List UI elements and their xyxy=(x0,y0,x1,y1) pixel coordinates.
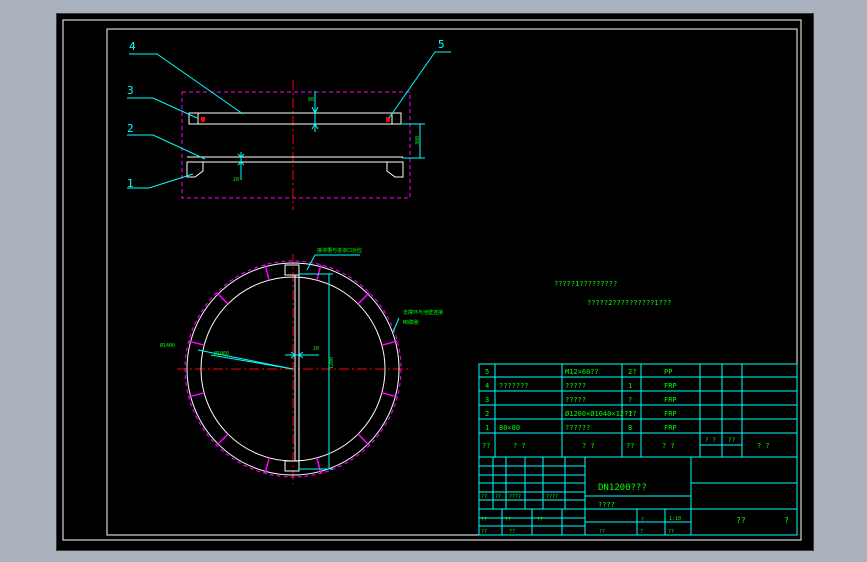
ring-tick xyxy=(216,433,229,446)
ring-tick xyxy=(357,433,370,446)
titleblock-label: ?? xyxy=(505,517,511,523)
ring-tick xyxy=(264,264,270,281)
dim-side: 300 xyxy=(415,136,421,145)
part-name: M12×60?? xyxy=(565,368,599,376)
titleblock-label: ?? xyxy=(599,529,605,535)
leader-3 xyxy=(127,97,198,119)
header-note: ? ? xyxy=(757,442,770,450)
header-mat: ? ? xyxy=(662,442,675,450)
titleblock-label: ???? xyxy=(546,494,558,500)
ring-tick xyxy=(188,340,205,346)
ring-tick xyxy=(316,264,322,281)
titleblock-label: ? xyxy=(641,517,644,523)
part-no: 4 xyxy=(485,382,489,390)
drawing-title: DN1200??? xyxy=(598,483,647,493)
tech-note-2: ?????2??????????1??? xyxy=(587,299,671,307)
label-3: 3 xyxy=(127,84,134,97)
sheet-label: ?? xyxy=(736,516,746,525)
part-qty: 2? xyxy=(628,368,636,376)
part-name: Ø1200×Ø1040×12??? xyxy=(565,410,637,418)
note-tag-2b: M8膨胀 xyxy=(403,319,419,326)
label-5: 5 xyxy=(438,38,445,51)
titleblock-label: ?? xyxy=(495,494,501,500)
part-qty: ? xyxy=(628,396,632,404)
ring-tick xyxy=(316,457,322,474)
drawing-scale: 1:10 xyxy=(669,516,681,522)
header-name: ? ? xyxy=(582,442,595,450)
part-name: ?????? xyxy=(565,424,590,432)
ring-tick xyxy=(381,392,398,398)
channel-top xyxy=(284,264,300,276)
titleblock-label: ?? xyxy=(481,529,487,535)
tech-note-1: ?????1????????? xyxy=(554,280,617,288)
channel-bottom xyxy=(284,460,300,472)
title-block xyxy=(478,456,798,536)
elevation-view: 80 300 20 4 3 2 1 5 xyxy=(127,38,451,210)
leader-2 xyxy=(127,134,206,160)
cad-drawing: 80 300 20 4 3 2 1 5 1200 20 Ø1400 Ø1060 … xyxy=(62,19,802,541)
hidden-outline xyxy=(181,91,411,199)
part-no: 5 xyxy=(485,368,489,376)
ring-tick xyxy=(188,392,205,398)
ring-tick xyxy=(381,340,398,346)
header-unit: ? ? xyxy=(705,437,716,444)
ring-tick xyxy=(216,292,229,305)
note-tag-2a: 支撑环与池壁连接 xyxy=(403,309,443,316)
leader-4 xyxy=(129,53,244,115)
dim-inner-diameter: Ø1060 xyxy=(214,350,229,357)
part-no: 2 xyxy=(485,410,489,418)
part-name: ????? xyxy=(565,396,586,404)
dim-bottom: 20 xyxy=(233,177,239,183)
part-no: 1 xyxy=(485,424,489,432)
titleblock-label: ?? xyxy=(668,529,674,535)
part-qty: 1 xyxy=(628,382,632,390)
header-code: ? ? xyxy=(513,442,526,450)
inner-frame xyxy=(106,28,798,536)
parts-list xyxy=(478,363,798,458)
leader-1 xyxy=(127,173,194,189)
ring-tick xyxy=(264,457,270,474)
dim-vertical: 1200 xyxy=(329,357,335,369)
plan-view: 1200 20 Ø1400 Ø1060 接液槽与进液口对应 支撑环与池壁连接 M… xyxy=(160,247,443,484)
dim-center: 20 xyxy=(313,346,319,352)
part-material: PP xyxy=(664,368,672,376)
part-material: FRP xyxy=(664,396,677,404)
part-material: FRP xyxy=(664,410,677,418)
page-label: ? xyxy=(784,516,789,525)
outer-frame xyxy=(62,19,802,541)
dim-top: 80 xyxy=(308,97,314,103)
part-material: FRP xyxy=(664,382,677,390)
titleblock-label: ?? xyxy=(509,529,515,535)
header-no: ?? xyxy=(482,442,490,450)
part-qty: 1 xyxy=(628,410,632,418)
cad-viewport[interactable]: 80 300 20 4 3 2 1 5 1200 20 Ø1400 Ø1060 … xyxy=(56,13,814,551)
part-no: 3 xyxy=(485,396,489,404)
bracket-right xyxy=(386,161,404,178)
dim-outer-diameter: Ø1400 xyxy=(160,342,175,349)
leader-5 xyxy=(388,51,451,119)
part-code: 80×80 xyxy=(499,424,520,432)
label-1: 1 xyxy=(127,177,134,190)
part-qty: 8 xyxy=(628,424,632,432)
header-total: ?? xyxy=(728,437,736,444)
support-ring xyxy=(188,112,402,125)
part-code: ??????? xyxy=(499,382,529,390)
header-qty: ?? xyxy=(626,442,634,450)
titleblock-label: ?? xyxy=(481,517,487,523)
label-4: 4 xyxy=(129,40,136,53)
titleblock-label: ???? xyxy=(509,494,521,500)
titleblock-label: ?? xyxy=(537,517,543,523)
part-material: FRP xyxy=(664,424,677,432)
drawing-subtitle: ???? xyxy=(598,501,615,509)
part-name: ????? xyxy=(565,382,586,390)
titleblock-label: ?? xyxy=(481,494,487,500)
label-2: 2 xyxy=(127,122,134,135)
note-tag-1: 接液槽与进液口对应 xyxy=(317,247,362,254)
bolt-left xyxy=(201,117,205,122)
titleblock-label: ? xyxy=(640,529,643,535)
ring-tick xyxy=(357,292,370,305)
